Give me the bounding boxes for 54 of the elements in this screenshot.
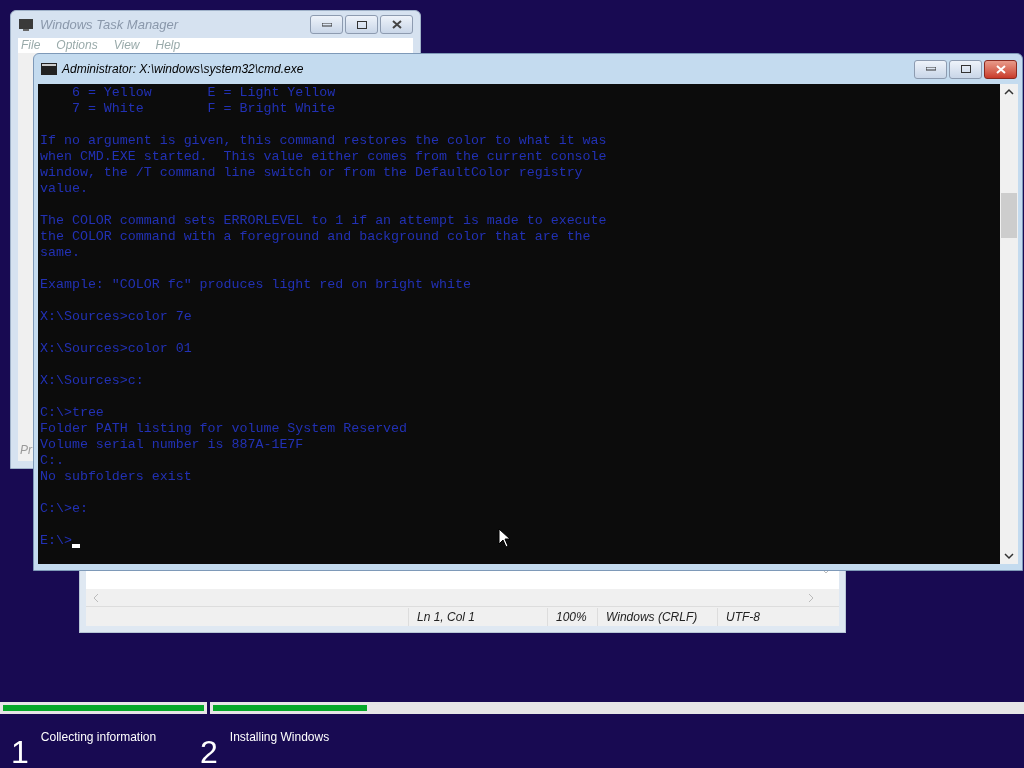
console-line: Volume serial number is 887A-1E7F (40, 437, 304, 453)
menu-item[interactable]: File (21, 38, 41, 52)
menu-item[interactable]: Options (56, 38, 98, 52)
step-label: Installing Windows (229, 729, 330, 746)
console-line: value. (40, 181, 88, 197)
status-text: Ln 1, Col 1 (408, 607, 547, 626)
console-line: window, the /T command line switch or from the DefaultColor registry (40, 165, 583, 181)
close-button[interactable] (984, 59, 1017, 79)
window-title: Windows Task Manager (40, 15, 180, 34)
minimize-icon (925, 67, 936, 71)
console-line: Folder PATH listing for volume System Reserved (40, 421, 408, 437)
console-line: X:\Sources>color 01 (40, 341, 192, 357)
status-text: Windows (CRLF) (597, 607, 717, 626)
step-label: Collecting information (40, 729, 157, 746)
console-line: 6 = Yellow E = Light Yellow (70, 85, 336, 101)
console-line: same. (40, 245, 80, 261)
console-line: X:\Sources>color 7e (40, 309, 192, 325)
console-line: E:\> (40, 533, 72, 549)
status-text: 100% (547, 607, 597, 626)
text-cursor (71, 544, 80, 548)
scroll-up-icon[interactable] (1004, 88, 1014, 95)
vertical-scrollbar[interactable] (1000, 84, 1018, 564)
scrollbar-thumb[interactable] (1001, 193, 1017, 238)
maximize-icon (960, 65, 971, 73)
console-line: Example: "COLOR fc" produces light red on bright white (40, 277, 471, 293)
console-line: C:. (40, 453, 64, 469)
console-line: when CMD.EXE started. This value either comes from the current console (40, 149, 607, 165)
console-line: C:\>e: (40, 501, 88, 517)
scroll-left-icon[interactable] (92, 592, 100, 603)
close-button[interactable] (380, 15, 413, 34)
maximize-button[interactable] (345, 15, 378, 34)
console-line: No subfolders exist (40, 469, 192, 485)
step-number: 1 (11, 734, 29, 768)
console-icon (41, 63, 57, 75)
close-icon (995, 64, 1006, 74)
close-icon (391, 20, 402, 29)
console-line: the COLOR command with a foreground and background color that are the (40, 229, 591, 245)
console-line: If no argument is given, this command restores the color to what it was (40, 133, 607, 149)
console-line: C:\>tree (40, 405, 104, 421)
step-number: 2 (200, 734, 218, 768)
mouse-pointer-icon (498, 528, 510, 548)
menu-item[interactable]: Help (155, 38, 181, 52)
console-line: X:\Sources>c: (40, 373, 144, 389)
console-line: 7 = White F = Bright White (70, 101, 336, 117)
tab-label[interactable]: Pr (20, 441, 34, 459)
app-icon (18, 17, 34, 32)
console-line: The COLOR command sets ERRORLEVEL to 1 if an attempt is made to execute (40, 213, 607, 229)
scroll-right-icon[interactable] (807, 592, 815, 603)
maximize-icon (356, 20, 367, 29)
window-title: Administrator: X:\windows\system32\cmd.exe (62, 61, 305, 78)
maximize-button[interactable] (949, 59, 982, 79)
menu-item[interactable]: View (113, 38, 140, 52)
status-text: UTF-8 (717, 607, 817, 626)
minimize-icon (321, 22, 332, 27)
